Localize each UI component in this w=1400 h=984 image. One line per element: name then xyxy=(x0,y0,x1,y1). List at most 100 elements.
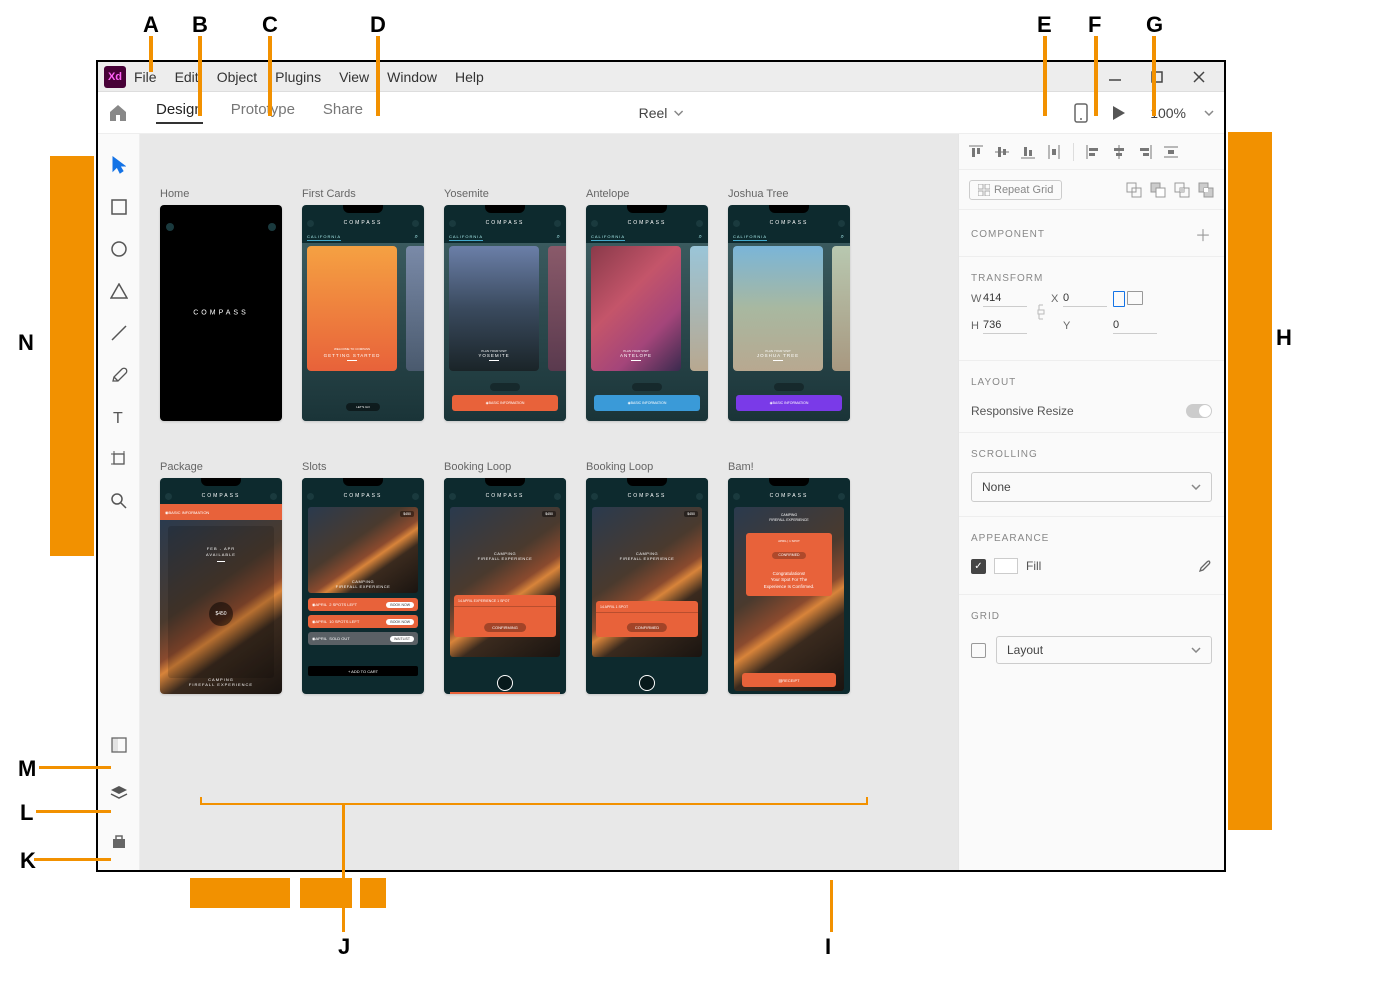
artboard-booking-loop-1[interactable]: COMPASS $450 CAMPINGFIREFALL EXPERIENCE … xyxy=(444,478,566,694)
play-icon[interactable] xyxy=(1112,105,1126,121)
repeat-grid-button[interactable]: Repeat Grid xyxy=(969,180,1062,200)
align-top-icon[interactable] xyxy=(969,145,983,159)
plugins-icon[interactable] xyxy=(105,822,133,860)
artboard-label[interactable]: Joshua Tree xyxy=(728,188,850,200)
callout-B: B xyxy=(192,12,208,38)
distribute-h-icon[interactable] xyxy=(1164,145,1178,159)
maximize-button[interactable] xyxy=(1148,68,1166,86)
menu-object[interactable]: Object xyxy=(217,69,257,85)
artboard-label[interactable]: First Cards xyxy=(302,188,424,200)
text-tool-icon[interactable]: T xyxy=(105,398,133,436)
artboard-label[interactable]: Slots xyxy=(302,461,424,473)
zoom-dropdown[interactable]: 100% xyxy=(1150,105,1214,121)
callout-M: M xyxy=(18,756,36,782)
polygon-tool-icon[interactable] xyxy=(105,272,133,310)
orientation-landscape-icon[interactable] xyxy=(1127,291,1143,305)
x-input[interactable] xyxy=(1063,290,1107,307)
mode-share[interactable]: Share xyxy=(323,101,363,124)
callout-J: J xyxy=(338,934,350,960)
align-hcenter-icon[interactable] xyxy=(1112,145,1126,159)
menu-file[interactable]: File xyxy=(134,69,157,85)
artboard-label[interactable]: Bam! xyxy=(728,461,850,473)
mode-design[interactable]: Design xyxy=(156,101,203,124)
bool-exclude-icon[interactable] xyxy=(1198,182,1214,198)
mode-prototype[interactable]: Prototype xyxy=(231,101,295,124)
lock-aspect-icon[interactable] xyxy=(1033,303,1051,321)
artboard-booking-loop-2[interactable]: COMPASS $450 CAMPINGFIREFALL EXPERIENCE … xyxy=(586,478,708,694)
menu-bar: File Edit Object Plugins View Window Hel… xyxy=(134,69,484,85)
scrolling-section: SCROLLING xyxy=(959,437,1224,466)
rectangle-tool-icon[interactable] xyxy=(105,188,133,226)
artboard-package[interactable]: COMPASS ◉ BASIC INFORMATION FEB - APRAVA… xyxy=(160,478,282,694)
artboard-slots[interactable]: COMPASS $450 CAMPINGFIREFALL EXPERIENCE … xyxy=(302,478,424,694)
align-bottom-icon[interactable] xyxy=(1021,145,1035,159)
height-input[interactable] xyxy=(983,317,1027,334)
responsive-resize-toggle[interactable] xyxy=(1186,404,1212,418)
distribute-v-icon[interactable] xyxy=(1047,145,1061,159)
align-left-icon[interactable] xyxy=(1086,145,1100,159)
artboard-label[interactable]: Booking Loop xyxy=(586,461,708,473)
transform-section: TRANSFORM xyxy=(959,261,1224,290)
artboard-label[interactable]: Package xyxy=(160,461,282,473)
repeat-grid-icon xyxy=(978,184,990,196)
menu-edit[interactable]: Edit xyxy=(175,69,199,85)
artboard-home[interactable]: COMPASS xyxy=(160,205,282,421)
close-button[interactable] xyxy=(1190,68,1208,86)
y-input[interactable] xyxy=(1113,317,1157,334)
scrolling-select[interactable]: None xyxy=(971,472,1212,502)
callout-C: C xyxy=(262,12,278,38)
menu-plugins[interactable]: Plugins xyxy=(275,69,321,85)
menu-help[interactable]: Help xyxy=(455,69,484,85)
artboard-label[interactable]: Antelope xyxy=(586,188,708,200)
bool-intersect-icon[interactable] xyxy=(1174,182,1190,198)
artboard-first-cards[interactable]: COMPASS CALIFORNIA⌕ WELCOME TO COMPASSGE… xyxy=(302,205,424,421)
add-component-icon[interactable]: ＋ xyxy=(1195,222,1212,246)
zoom-tool-icon[interactable] xyxy=(105,482,133,520)
layout-section: LAYOUT xyxy=(959,365,1224,394)
window-controls xyxy=(1106,68,1218,86)
artboard-label[interactable]: Home xyxy=(160,188,282,200)
fill-swatch[interactable] xyxy=(994,558,1018,574)
doc-title-dropdown[interactable]: Reel xyxy=(639,105,684,121)
home-icon[interactable] xyxy=(108,104,128,122)
align-right-icon[interactable] xyxy=(1138,145,1152,159)
pen-tool-icon[interactable] xyxy=(105,356,133,394)
app-window: Xd File Edit Object Plugins View Window … xyxy=(96,60,1226,872)
callout-N: N xyxy=(18,330,34,356)
y-label: Y xyxy=(1063,320,1113,332)
menu-window[interactable]: Window xyxy=(387,69,437,85)
minimize-button[interactable] xyxy=(1106,68,1124,86)
titlebar: Xd File Edit Object Plugins View Window … xyxy=(98,62,1224,92)
artboard-label[interactable]: Yosemite xyxy=(444,188,566,200)
component-section: COMPONENT ＋ xyxy=(959,210,1224,252)
ellipse-tool-icon[interactable] xyxy=(105,230,133,268)
bool-union-icon[interactable] xyxy=(1126,182,1142,198)
artboard-bam[interactable]: COMPASS CAMPINGFIREFALL EXPERIENCE APRIL… xyxy=(728,478,850,694)
x-label: X xyxy=(1051,293,1063,305)
callout-H: H xyxy=(1276,325,1292,351)
artboard-tool-icon[interactable] xyxy=(105,440,133,478)
callout-F: F xyxy=(1088,12,1101,38)
width-input[interactable] xyxy=(983,290,1027,307)
property-inspector: Repeat Grid COMPONENT ＋ TRANSFORM W xyxy=(958,134,1224,870)
canvas[interactable]: Home COMPASS First Cards COMPASS CALIFOR… xyxy=(140,134,958,870)
select-tool-icon[interactable] xyxy=(105,146,133,184)
menu-view[interactable]: View xyxy=(339,69,369,85)
bool-subtract-icon[interactable] xyxy=(1150,182,1166,198)
grid-checkbox[interactable] xyxy=(971,643,986,658)
align-vcenter-icon[interactable] xyxy=(995,145,1009,159)
assets-icon[interactable] xyxy=(105,726,133,764)
toolbar: Design Prototype Share Reel 100% xyxy=(98,92,1224,134)
eyedropper-icon[interactable] xyxy=(1196,558,1212,574)
artboard-joshua[interactable]: COMPASS CALIFORNIA⌕ PLAN YOUR VISITJOSHU… xyxy=(728,205,850,421)
artboard-antelope[interactable]: COMPASS CALIFORNIA⌕ PLAN YOUR VISITANTEL… xyxy=(586,205,708,421)
orientation-portrait-icon[interactable] xyxy=(1113,291,1125,307)
line-tool-icon[interactable] xyxy=(105,314,133,352)
artboard-yosemite[interactable]: COMPASS CALIFORNIA⌕ PLAN YOUR VISITYOSEM… xyxy=(444,205,566,421)
grid-type-select[interactable]: Layout xyxy=(996,636,1212,664)
fill-label: Fill xyxy=(1026,559,1041,573)
layers-icon[interactable] xyxy=(105,774,133,812)
fill-checkbox[interactable]: ✓ xyxy=(971,559,986,574)
artboard-label[interactable]: Booking Loop xyxy=(444,461,566,473)
device-preview-icon[interactable] xyxy=(1074,103,1088,123)
